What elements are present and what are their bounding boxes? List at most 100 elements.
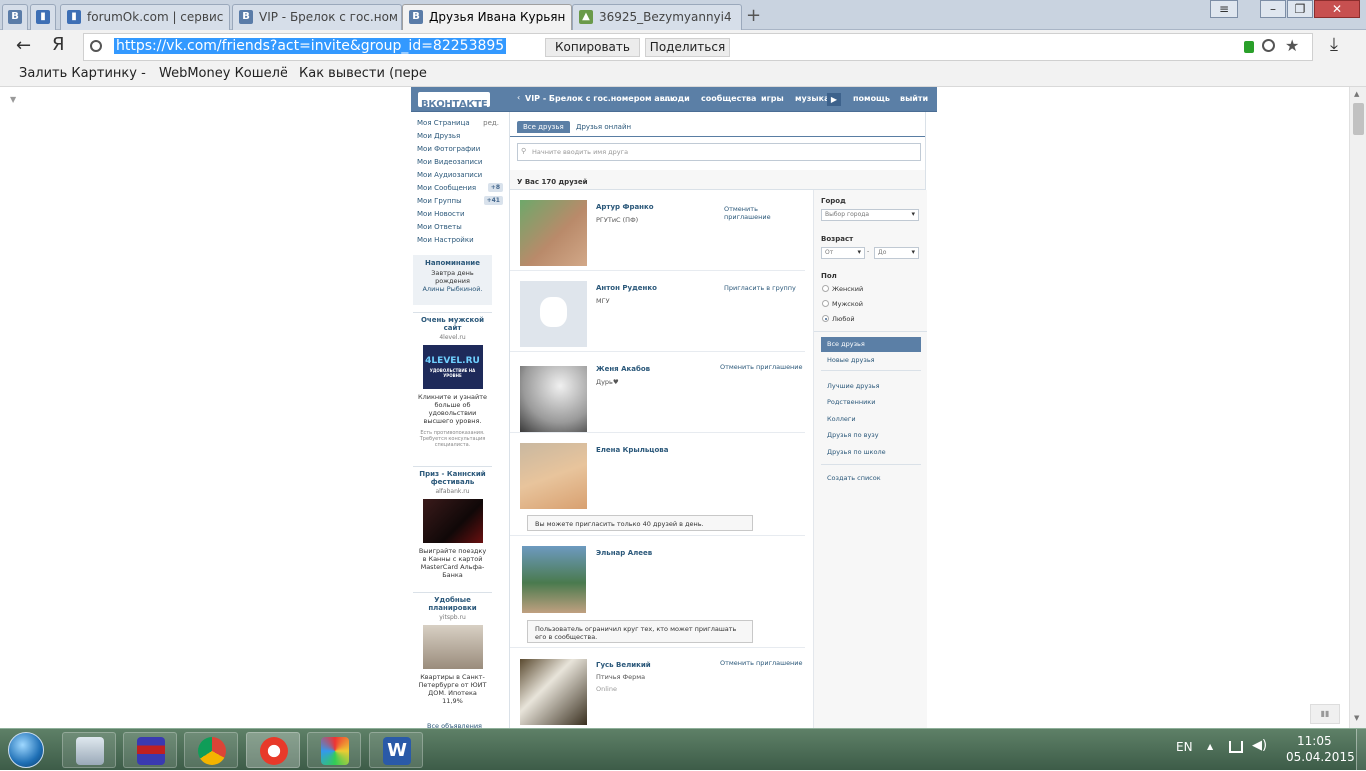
scroll-down-icon[interactable]: ▼: [1354, 714, 1359, 722]
nav-music[interactable]: музыка: [795, 94, 829, 103]
reminder-name-link[interactable]: Алины Рыбкиной.: [413, 285, 492, 293]
url-field[interactable]: https://vk.com/friends?act=invite&group_…: [114, 38, 507, 54]
show-desktop-button[interactable]: [1356, 729, 1366, 771]
nav-games[interactable]: игры: [761, 94, 784, 103]
age-from-select[interactable]: От: [821, 247, 865, 259]
language-indicator[interactable]: EN: [1176, 740, 1193, 754]
yandex-logo[interactable]: Я: [52, 34, 65, 55]
friend-name-link[interactable]: Артур Франко: [596, 203, 654, 211]
friend-name-link[interactable]: Гусь Великий: [596, 661, 651, 669]
list-colleagues[interactable]: Коллеги: [827, 415, 856, 423]
bookmark-item[interactable]: Как вывести (переве: [299, 66, 427, 81]
friend-search-input[interactable]: ⚲ Начните вводить имя друга: [517, 143, 921, 161]
tab-friends-online[interactable]: Друзья онлайн: [576, 123, 631, 131]
close-icon[interactable]: ✕: [1314, 0, 1360, 18]
taskbar-yandex-browser[interactable]: [246, 732, 300, 768]
invite-to-group-link[interactable]: Пригласить в группу: [724, 284, 796, 292]
nav-people[interactable]: люди: [664, 94, 690, 103]
list-all-friends[interactable]: Все друзья: [821, 337, 921, 352]
friend-avatar-placeholder[interactable]: [520, 281, 587, 347]
friend-avatar[interactable]: [522, 546, 586, 613]
friend-name-link[interactable]: Эльнар Алеев: [596, 549, 652, 557]
menu-icon[interactable]: ≡: [1210, 0, 1238, 18]
download-icon[interactable]: ⤓: [1330, 34, 1338, 55]
menu-my-friends[interactable]: Мои Друзья: [417, 132, 460, 140]
ad-block-2[interactable]: Приз - Каннский фестиваль alfabank.ru Вы…: [413, 466, 492, 588]
friend-name-link[interactable]: Антон Руденко: [596, 284, 657, 292]
ad-image[interactable]: 4LEVEL.RU УДОВОЛЬСТВИЕ НА УРОВНЕ: [422, 345, 483, 389]
breadcrumb-back-icon[interactable]: ‹: [517, 93, 520, 102]
url-box[interactable]: https://vk.com/friends?act=invite&group_…: [83, 33, 1313, 61]
maximize-icon[interactable]: ❐: [1287, 0, 1313, 18]
friend-avatar[interactable]: [520, 200, 587, 266]
tab-friends-active[interactable]: В Друзья Ивана Курьян: [402, 4, 572, 30]
taskbar-winrar[interactable]: [123, 732, 177, 768]
ad-title[interactable]: Удобные планировки: [413, 596, 492, 612]
ad-block-3[interactable]: Удобные планировки yitspb.ru Квартиры в …: [413, 592, 492, 712]
tab-all-friends[interactable]: Все друзья: [517, 121, 570, 133]
menu-my-photos[interactable]: Мои Фотографии: [417, 145, 480, 153]
menu-my-videos[interactable]: Мои Видеозаписи: [417, 158, 482, 166]
nav-help[interactable]: помощь: [853, 94, 890, 103]
list-university-friends[interactable]: Друзья по вузу: [827, 431, 879, 439]
new-tab-icon[interactable]: +: [746, 5, 761, 26]
list-new-friends[interactable]: Новые друзья: [827, 356, 875, 364]
tab-image[interactable]: ▲ 36925_Bezymyannyi4: [572, 4, 742, 30]
scroll-up-icon[interactable]: ▲: [1354, 90, 1359, 98]
page-corner-icon[interactable]: ▮▮: [1310, 704, 1340, 724]
gender-any-radio[interactable]: Любой: [822, 315, 855, 323]
ad-image[interactable]: [422, 625, 483, 669]
scroll-thumb[interactable]: [1353, 103, 1364, 135]
gender-male-radio[interactable]: Мужской: [822, 300, 863, 308]
start-button-icon[interactable]: [8, 732, 44, 768]
breadcrumb-group[interactable]: VIP - Брелок с гос.номером ав...: [525, 94, 674, 103]
list-best-friends[interactable]: Лучшие друзья: [827, 382, 879, 390]
list-relatives[interactable]: Родственники: [827, 398, 875, 406]
tray-arrow-icon[interactable]: ▲: [1207, 742, 1213, 751]
tab-vk-pinned[interactable]: В: [2, 4, 28, 30]
taskbar-calculator[interactable]: [62, 732, 116, 768]
menu-my-page[interactable]: Моя Страница: [417, 119, 470, 127]
ad-title[interactable]: Приз - Каннский фестиваль: [413, 470, 492, 486]
clock-time[interactable]: 11:05: [1297, 734, 1332, 748]
friend-avatar[interactable]: [520, 366, 587, 432]
taskbar-paint[interactable]: [307, 732, 361, 768]
nav-logout[interactable]: выйти: [900, 94, 928, 103]
back-arrow-icon[interactable]: ←: [16, 35, 31, 56]
menu-edit-link[interactable]: ред.: [483, 119, 499, 127]
ad-title[interactable]: Очень мужской сайт: [413, 316, 492, 332]
taskbar-word[interactable]: W: [369, 732, 423, 768]
menu-my-news[interactable]: Мои Новости: [417, 210, 465, 218]
groups-count-badge[interactable]: +41: [483, 196, 503, 205]
menu-my-settings[interactable]: Мои Настройки: [417, 236, 474, 244]
minimize-icon[interactable]: –: [1260, 0, 1286, 18]
cancel-invite-link[interactable]: Отменить приглашение: [720, 363, 803, 371]
menu-my-groups[interactable]: Мои Группы: [417, 197, 462, 205]
friend-avatar[interactable]: [520, 659, 587, 725]
age-to-select[interactable]: До: [874, 247, 919, 259]
star-icon[interactable]: ★: [1285, 36, 1299, 55]
clock-date[interactable]: 05.04.2015: [1286, 750, 1355, 764]
ad-block-1[interactable]: Очень мужской сайт 4level.ru 4LEVEL.RU У…: [413, 312, 492, 459]
menu-my-messages[interactable]: Мои Сообщения: [417, 184, 476, 192]
nav-communities[interactable]: сообщества: [701, 94, 756, 103]
collapse-arrow-icon[interactable]: ▼: [10, 95, 16, 104]
vertical-scrollbar[interactable]: ▲ ▼: [1349, 87, 1366, 728]
ad-image[interactable]: [422, 499, 483, 543]
zoom-icon[interactable]: [1262, 39, 1275, 52]
gender-female-radio[interactable]: Женский: [822, 285, 863, 293]
cancel-invite-link[interactable]: Отменить приглашение: [720, 659, 803, 667]
list-school-friends[interactable]: Друзья по школе: [827, 448, 886, 456]
copy-button[interactable]: Копировать: [545, 38, 640, 57]
city-select[interactable]: Выбор города: [821, 209, 919, 221]
network-icon[interactable]: [1229, 741, 1243, 753]
taskbar-chrome[interactable]: [184, 732, 238, 768]
tab-book-pinned[interactable]: ▮: [30, 4, 56, 30]
messages-count-badge[interactable]: +8: [487, 183, 503, 192]
menu-my-audio[interactable]: Мои Аудиозаписи: [417, 171, 482, 179]
tab-vip-brelok[interactable]: В VIP - Брелок с гос.ном: [232, 4, 402, 30]
nav-next-icon[interactable]: ▶: [827, 93, 841, 106]
create-list-link[interactable]: Создать список: [827, 474, 881, 482]
tab-forumok[interactable]: ▮ forumOk.com | сервис: [60, 4, 230, 30]
bookmark-item[interactable]: WebMoney Кошелё: [159, 66, 287, 81]
